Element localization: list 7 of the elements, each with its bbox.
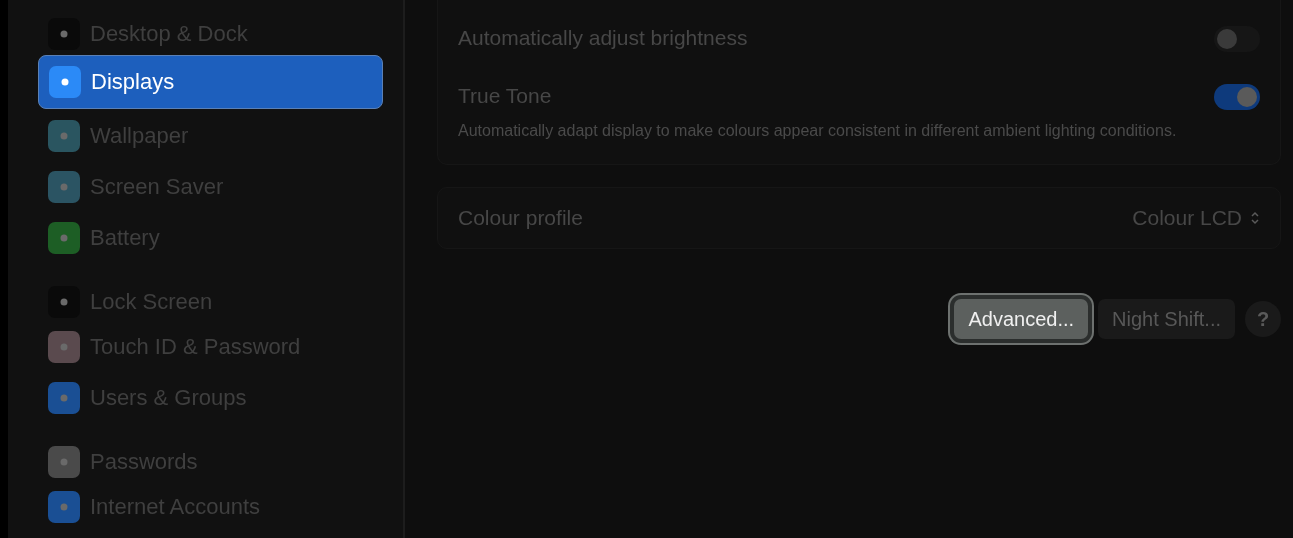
chevron-updown-icon (1250, 211, 1260, 225)
toggle-switch[interactable] (1214, 84, 1260, 110)
action-button[interactable]: Night Shift... (1098, 299, 1235, 339)
help-button[interactable]: ? (1245, 301, 1281, 337)
toggle-switch[interactable] (1214, 26, 1260, 52)
setting-description: Automatically adapt display to make colours appear consistent in different ambient lighting conditions. (458, 121, 1177, 141)
sidebar-item[interactable]: Displays (38, 55, 383, 109)
